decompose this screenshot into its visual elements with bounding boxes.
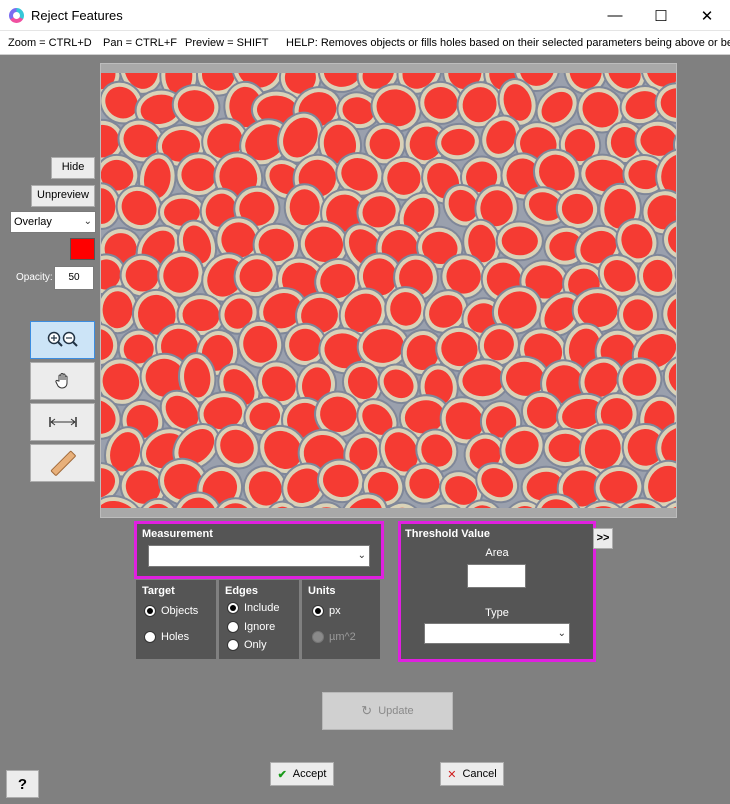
image-preview[interactable] <box>100 63 677 518</box>
pan-shortcut: Pan = CTRL+F <box>103 37 177 49</box>
checkmark-icon: ✔ <box>277 768 287 781</box>
threshold-highlight <box>398 521 596 662</box>
opacity-input[interactable]: 50 <box>54 266 94 290</box>
units-title: Units <box>308 585 336 597</box>
chevron-down-icon: ⌄ <box>83 216 92 227</box>
units-px-radio[interactable]: px <box>312 605 341 617</box>
target-holes-radio[interactable]: Holes <box>144 631 189 643</box>
update-button[interactable]: ↻ Update <box>322 692 453 730</box>
measurement-highlight <box>134 521 384 579</box>
edges-title: Edges <box>225 585 259 597</box>
radio-on-icon <box>227 602 239 614</box>
target-panel: Target Objects Holes <box>136 580 216 659</box>
unpreview-button[interactable]: Unpreview <box>31 185 95 207</box>
units-panel: Units px µm^2 <box>302 580 380 659</box>
edges-only-radio[interactable]: Only <box>227 639 267 651</box>
edges-ignore-radio[interactable]: Ignore <box>227 621 275 633</box>
measure-tool-button[interactable] <box>30 403 95 441</box>
close-icon[interactable]: ✕ <box>684 0 730 31</box>
target-objects-radio[interactable]: Objects <box>144 605 198 617</box>
edges-panel: Edges Include Ignore Only <box>219 580 299 659</box>
title-bar: Reject Features — ☐ ✕ <box>0 0 730 31</box>
units-um2-radio: µm^2 <box>312 631 356 643</box>
accept-button[interactable]: ✔ Accept <box>270 762 334 786</box>
radio-off-icon <box>227 621 239 633</box>
maximize-icon[interactable]: ☐ <box>638 0 684 31</box>
zoom-icon <box>47 331 78 347</box>
measure-icon <box>48 417 77 427</box>
pan-hand-icon <box>54 373 67 389</box>
window-title: Reject Features <box>31 8 123 23</box>
hide-button[interactable]: Hide <box>51 157 95 179</box>
help-text: HELP: Removes objects or fills holes bas… <box>286 37 730 49</box>
zoom-shortcut: Zoom = CTRL+D <box>8 37 92 49</box>
radio-on-icon <box>144 605 156 617</box>
expand-button[interactable]: >> <box>593 528 613 549</box>
edges-include-radio[interactable]: Include <box>227 602 279 614</box>
preview-shortcut: Preview = SHIFT <box>185 37 269 49</box>
radio-on-icon <box>312 605 324 617</box>
zoom-tool-button[interactable] <box>30 321 95 359</box>
segmentation-overlay-image <box>101 73 676 508</box>
target-title: Target <box>142 585 175 597</box>
help-bar: Zoom = CTRL+D Pan = CTRL+F Preview = SHI… <box>0 31 730 55</box>
help-button[interactable]: ? <box>6 770 39 798</box>
opacity-label: Opacity: <box>16 272 53 283</box>
refresh-icon: ↻ <box>361 703 373 718</box>
overlay-color-swatch[interactable] <box>70 238 95 260</box>
radio-off-icon <box>144 631 156 643</box>
ruler-tool-button[interactable] <box>30 444 95 482</box>
radio-off-icon <box>227 639 239 651</box>
radio-off-icon <box>312 631 324 643</box>
cancel-button[interactable]: ✕ Cancel <box>440 762 504 786</box>
minimize-icon[interactable]: — <box>592 0 638 31</box>
close-x-icon: ✕ <box>447 768 457 781</box>
overlay-select-value: Overlay <box>14 216 52 228</box>
pan-tool-button[interactable] <box>30 362 95 400</box>
ruler-icon <box>50 450 76 476</box>
overlay-select[interactable]: Overlay ⌄ <box>10 211 96 233</box>
app-logo-icon <box>9 8 24 23</box>
